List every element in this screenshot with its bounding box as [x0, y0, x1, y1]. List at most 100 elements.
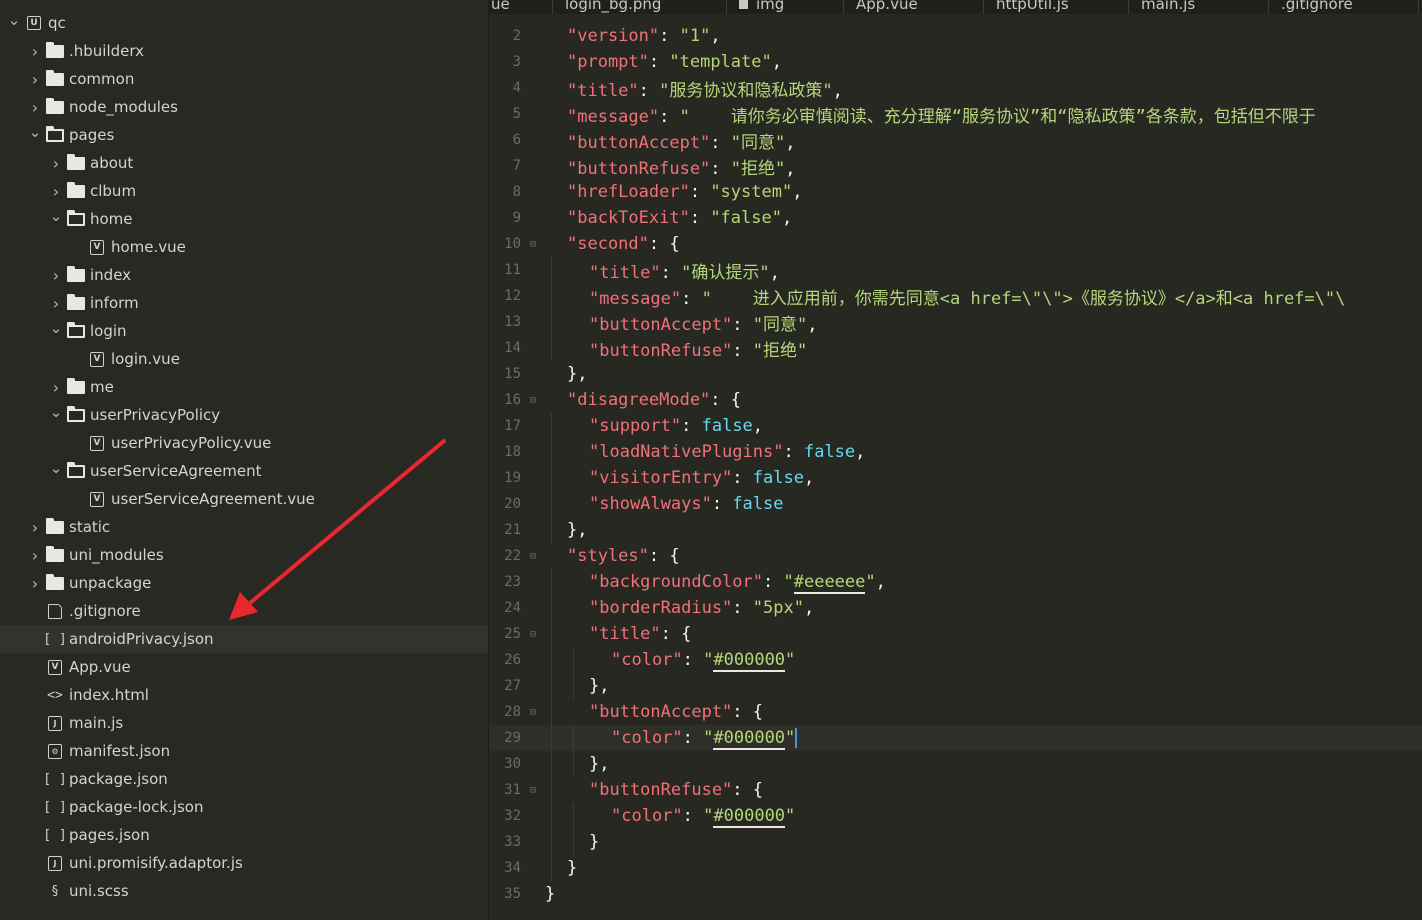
fold-toggle-icon[interactable]: ⊟	[526, 395, 540, 406]
tree-item[interactable]: › node_modules	[0, 93, 488, 121]
tree-item[interactable]: ⌄ userPrivacyPolicy	[0, 401, 488, 429]
code-line[interactable]: 4 "title": "服务协议和隐私政策",	[489, 75, 1422, 101]
tree-item[interactable]: ⌄ userServiceAgreement	[0, 457, 488, 485]
code-line[interactable]: 16 ⊟ "disagreeMode": {	[489, 387, 1422, 413]
chevron-right-icon[interactable]: ›	[48, 182, 64, 201]
code-line[interactable]: 27},	[489, 673, 1422, 699]
code-line[interactable]: 8 "hrefLoader": "system",	[489, 179, 1422, 205]
code-line[interactable]: 7 "buttonRefuse": "拒绝",	[489, 153, 1422, 179]
code-line[interactable]: 26 "color": "#000000"	[489, 647, 1422, 673]
code-line[interactable]: 14 "buttonRefuse": "拒绝"	[489, 335, 1422, 361]
code-token: },	[589, 676, 610, 696]
tree-item[interactable]: › common	[0, 65, 488, 93]
tree-item[interactable]: › uni_modules	[0, 541, 488, 569]
tree-item[interactable]: › .hbuilderx	[0, 37, 488, 65]
editor-tab[interactable]: img	[727, 0, 844, 14]
chevron-right-icon[interactable]: ›	[27, 546, 43, 565]
tree-item[interactable]: › inform	[0, 289, 488, 317]
fold-toggle-icon[interactable]: ⊟	[526, 785, 540, 796]
code-line[interactable]: 25 ⊟ "title": {	[489, 621, 1422, 647]
tree-item[interactable]: › about	[0, 149, 488, 177]
editor-tab[interactable]: ue	[489, 0, 553, 14]
code-line[interactable]: 30},	[489, 751, 1422, 777]
editor-tab[interactable]: httpUtil.js	[984, 0, 1129, 14]
chevron-down-icon[interactable]: ⌄	[6, 11, 22, 29]
chevron-down-icon[interactable]: ⌄	[27, 123, 43, 141]
tree-item[interactable]: [ ] pages.json	[0, 821, 488, 849]
tree-item[interactable]: Vhome.vue	[0, 233, 488, 261]
code-line[interactable]: 20 "showAlways": false	[489, 491, 1422, 517]
fold-toggle-icon[interactable]: ⊟	[526, 551, 540, 562]
tree-item[interactable]: ⌄ login	[0, 317, 488, 345]
tree-item[interactable]: › static	[0, 513, 488, 541]
tree-item[interactable]: [ ] androidPrivacy.json	[0, 625, 488, 653]
tree-item[interactable]: Vlogin.vue	[0, 345, 488, 373]
tree-item[interactable]: ⌄ pages	[0, 121, 488, 149]
code-line[interactable]: 24 "borderRadius": "5px",	[489, 595, 1422, 621]
chevron-right-icon[interactable]: ›	[27, 574, 43, 593]
code-line[interactable]: 12 "message": " 进入应用前，你需先同意<a href=\"\">《…	[489, 283, 1422, 309]
tree-item[interactable]: › clbum	[0, 177, 488, 205]
fold-toggle-icon[interactable]: ⊟	[526, 707, 540, 718]
tree-item[interactable]: Juni.promisify.adaptor.js	[0, 849, 488, 877]
editor-tab[interactable]: App.vue	[844, 0, 984, 14]
editor-tab[interactable]: login_bg.png	[553, 0, 727, 14]
code-line[interactable]: 32 "color": "#000000"	[489, 803, 1422, 829]
code-line[interactable]: 22 ⊟ "styles": {	[489, 543, 1422, 569]
tree-item[interactable]: ⌄ home	[0, 205, 488, 233]
tree-item[interactable]: § uni.scss	[0, 877, 488, 905]
tree-item[interactable]: [ ] package-lock.json	[0, 793, 488, 821]
chevron-right-icon[interactable]: ›	[27, 98, 43, 117]
code-line[interactable]: 15},	[489, 361, 1422, 387]
code-line[interactable]: 10 ⊟ "second": {	[489, 231, 1422, 257]
tree-item[interactable]: › unpackage	[0, 569, 488, 597]
chevron-down-icon[interactable]: ⌄	[48, 403, 64, 421]
code-line[interactable]: 21},	[489, 517, 1422, 543]
chevron-right-icon[interactable]: ›	[48, 266, 64, 285]
code-line[interactable]: 13 "buttonAccept": "同意",	[489, 309, 1422, 335]
code-line[interactable]: 18 "loadNativePlugins": false,	[489, 439, 1422, 465]
tree-item[interactable]: Jmain.js	[0, 709, 488, 737]
code-line[interactable]: 2 "version": "1",	[489, 23, 1422, 49]
code-line[interactable]: 17 "support": false,	[489, 413, 1422, 439]
editor-tab[interactable]: .gitignore	[1269, 0, 1419, 14]
code-line[interactable]: 29 "color": "#000000"	[489, 725, 1422, 751]
folder-open-icon	[66, 461, 86, 480]
code-editor[interactable]: 2 "version": "1", 3 "prompt": "template", 4 "…	[489, 14, 1422, 920]
code-line[interactable]: 19 "visitorEntry": false,	[489, 465, 1422, 491]
code-line[interactable]: 3 "prompt": "template",	[489, 49, 1422, 75]
code-line[interactable]: 31 ⊟ "buttonRefuse": {	[489, 777, 1422, 803]
tree-item[interactable]: › me	[0, 373, 488, 401]
chevron-right-icon[interactable]: ›	[27, 42, 43, 61]
code-line[interactable]: 28 ⊟ "buttonAccept": {	[489, 699, 1422, 725]
chevron-down-icon[interactable]: ⌄	[48, 207, 64, 225]
code-line[interactable]: 5 "message": " 请你务必审慎阅读、充分理解“服务协议”和“隐私政策”…	[489, 101, 1422, 127]
code-token: :	[711, 494, 733, 514]
tree-item[interactable]: V App.vue	[0, 653, 488, 681]
tree-item[interactable]: ⌄ Uqc	[0, 9, 488, 37]
tree-item[interactable]: <> index.html	[0, 681, 488, 709]
code-line[interactable]: 11 "title": "确认提示",	[489, 257, 1422, 283]
chevron-right-icon[interactable]: ›	[48, 294, 64, 313]
tree-item[interactable]: VuserServiceAgreement.vue	[0, 485, 488, 513]
tree-item[interactable]: › index	[0, 261, 488, 289]
chevron-down-icon[interactable]: ⌄	[48, 319, 64, 337]
editor-tab[interactable]: main.js	[1129, 0, 1269, 14]
code-line[interactable]: 33}	[489, 829, 1422, 855]
tree-item[interactable]: ⚙ manifest.json	[0, 737, 488, 765]
chevron-down-icon[interactable]: ⌄	[48, 459, 64, 477]
chevron-right-icon[interactable]: ›	[48, 378, 64, 397]
tree-item[interactable]: [ ] package.json	[0, 765, 488, 793]
chevron-right-icon[interactable]: ›	[48, 154, 64, 173]
code-line[interactable]: 34}	[489, 855, 1422, 881]
fold-toggle-icon[interactable]: ⊟	[526, 239, 540, 250]
code-line[interactable]: 23 "backgroundColor": "#eeeeee",	[489, 569, 1422, 595]
code-line[interactable]: 6 "buttonAccept": "同意",	[489, 127, 1422, 153]
tree-item[interactable]: .gitignore	[0, 597, 488, 625]
fold-toggle-icon[interactable]: ⊟	[526, 629, 540, 640]
code-line[interactable]: 9 "backToExit": "false",	[489, 205, 1422, 231]
chevron-right-icon[interactable]: ›	[27, 518, 43, 537]
tree-item[interactable]: VuserPrivacyPolicy.vue	[0, 429, 488, 457]
chevron-right-icon[interactable]: ›	[27, 70, 43, 89]
code-line[interactable]: 35}	[489, 881, 1422, 907]
